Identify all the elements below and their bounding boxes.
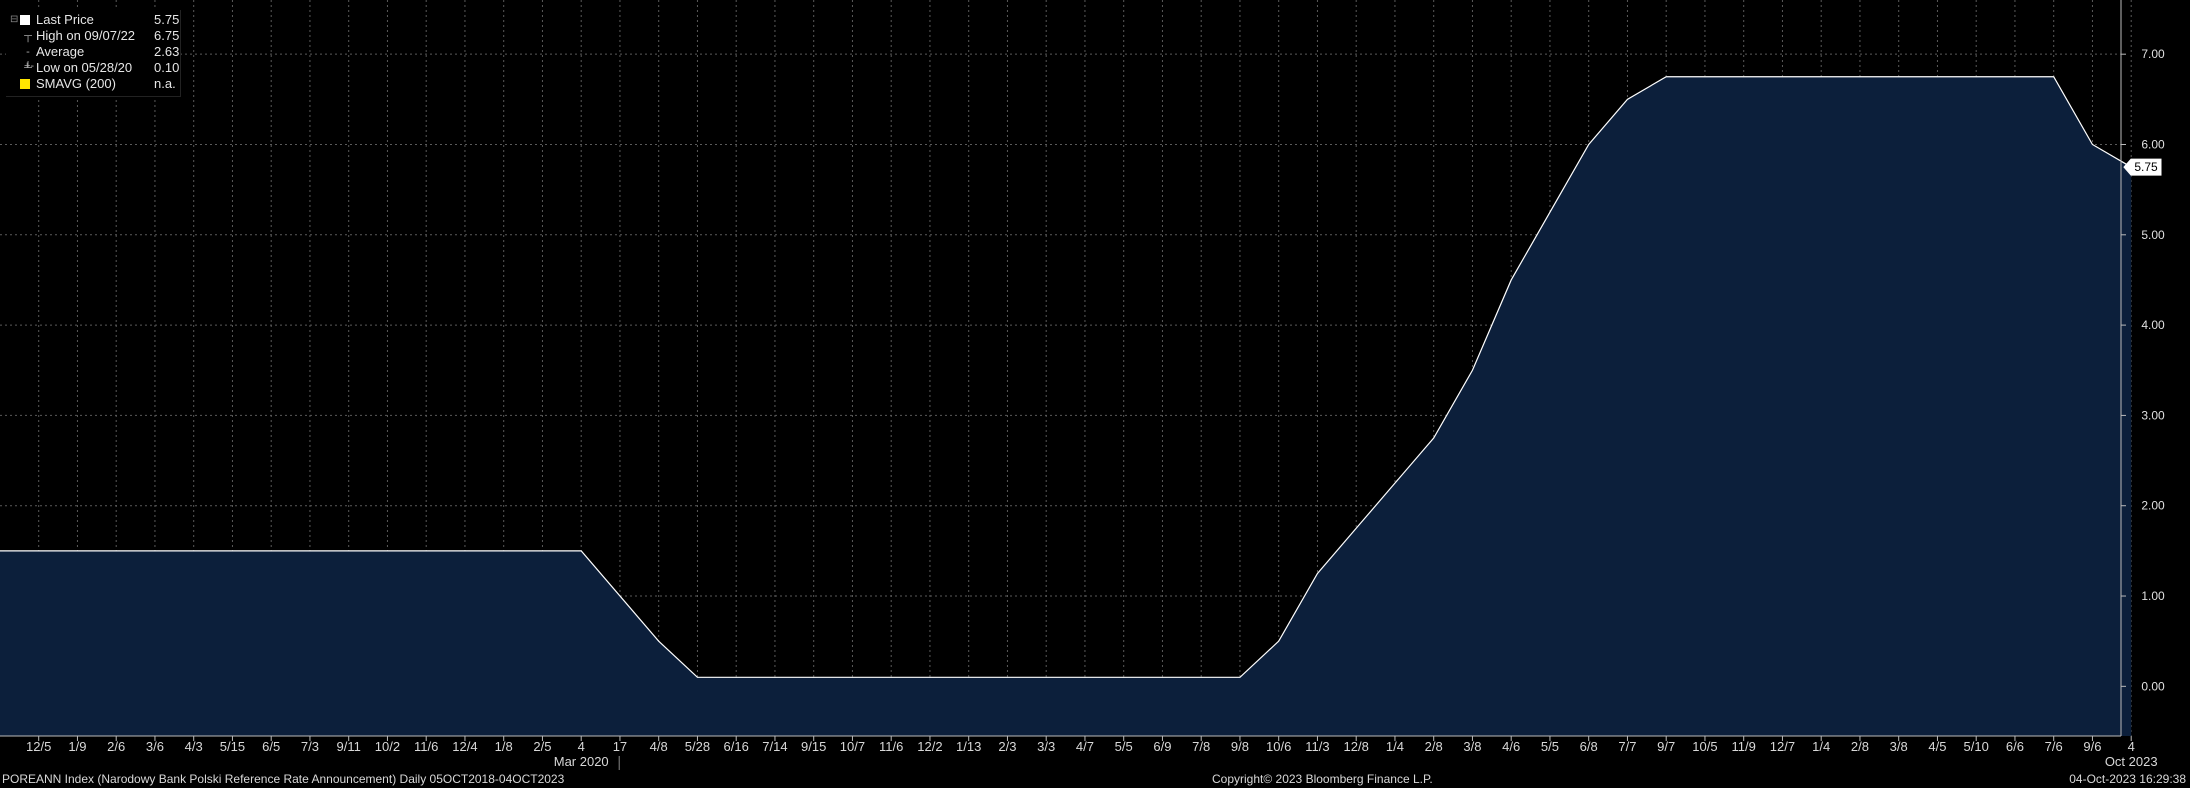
x-tick-label: 4/6: [1502, 739, 1520, 754]
x-tick-label: 5/15: [220, 739, 245, 754]
x-tick-label: 6/5: [262, 739, 280, 754]
x-tick-label: 4: [578, 739, 585, 754]
x-tick-label: 17: [613, 739, 627, 754]
legend-value: 5.75: [154, 12, 180, 27]
x-tick-label: 2/8: [1851, 739, 1869, 754]
x-tick-label: 11/9: [1732, 739, 1756, 754]
x-tick-label: 6/9: [1153, 739, 1171, 754]
y-tick-label: 2.00: [2141, 499, 2165, 513]
x-tick-label: 4: [2128, 739, 2135, 754]
average-tick-icon: -+-: [24, 46, 35, 72]
legend-label: Last Price: [36, 12, 94, 27]
x-tick-label: 5/28: [685, 739, 710, 754]
x-tick-label: 4/5: [1928, 739, 1946, 754]
legend-row-last-price: ⊟ Last Price 5.75: [6, 12, 180, 28]
legend-value: 0.10: [154, 60, 180, 75]
x-tick-label: 3/3: [1037, 739, 1055, 754]
legend-value: 2.63: [154, 44, 180, 59]
high-tick-icon: ┬: [24, 30, 32, 42]
x-tick-label: 5/5: [1115, 739, 1133, 754]
x-tick-label: 1/4: [1812, 739, 1830, 754]
x-tick-label: 6/6: [2006, 739, 2024, 754]
footer-timestamp: 04-Oct-2023 16:29:38: [2069, 772, 2186, 786]
x-tick-label: 2/8: [1425, 739, 1443, 754]
x-tick-label: 7/6: [2045, 739, 2063, 754]
x-tick-label: 6/16: [724, 739, 749, 754]
x-tick-label: 5/10: [1964, 739, 1989, 754]
x-tick-label: 4/3: [185, 739, 203, 754]
x-tick-label: 9/15: [801, 739, 826, 754]
x-tick-label: 2/6: [107, 739, 125, 754]
x-tick-label: 11/6: [414, 739, 438, 754]
x-tick-label: 1/13: [956, 739, 981, 754]
x-tick-label: 11/6: [879, 739, 903, 754]
legend-label: Low on 05/28/20: [36, 60, 133, 75]
x-tick-label: 7/3: [301, 739, 319, 754]
x-tick-label: 12/5: [26, 739, 51, 754]
x-tick-label: 12/7: [1770, 739, 1795, 754]
legend: ⊟ Last Price 5.75 ┬ High on 09/07/22 6.7…: [6, 10, 181, 97]
x-tick-label: 7/14: [762, 739, 787, 754]
x-tick-label: 12/8: [1344, 739, 1369, 754]
x-tick-label: 12/2: [917, 739, 942, 754]
smavg-swatch-icon: [20, 79, 30, 89]
y-tick-label: 5.00: [2141, 228, 2165, 242]
x-tick-label: 4/7: [1076, 739, 1094, 754]
x-tick-label: 10/7: [840, 739, 865, 754]
x-tick-label: 11/3: [1305, 739, 1329, 754]
x-tick-label: 10/2: [375, 739, 400, 754]
chart: 0.00 1.00 2.00 3.00 4.00 5.00 6.00 7.00 5.75 12/5…: [0, 0, 2190, 788]
x-tick-label: 3/6: [146, 739, 164, 754]
footer-ticker-description: POREANN Index (Narodowy Bank Polski Refe…: [2, 772, 565, 786]
legend-row-average: -+- Average 2.63: [6, 44, 180, 72]
x-tick-label: 5/5: [1541, 739, 1559, 754]
y-tick-label: 4.00: [2141, 318, 2165, 332]
legend-value: n.a.: [154, 76, 176, 91]
low-tick-icon: ┴: [24, 62, 32, 74]
x-tick-label: 2/5: [533, 739, 551, 754]
y-tick-label: 3.00: [2141, 408, 2165, 422]
y-tick-label: 7.00: [2141, 47, 2165, 61]
x-tick-label: 2/3: [998, 739, 1016, 754]
legend-row-smavg: SMAVG (200) n.a.: [6, 76, 180, 92]
x-tick-label: 1/8: [495, 739, 513, 754]
legend-row-low: ┴ Low on 05/28/20 0.10: [6, 60, 180, 76]
x-tick-label: 1/4: [1386, 739, 1404, 754]
x-tick-label: 6/8: [1580, 739, 1598, 754]
x-sublabel: Mar 2020: [554, 754, 609, 769]
y-tick-label: 1.00: [2141, 589, 2165, 603]
x-tick-label: 1/9: [68, 739, 86, 754]
x-tick-label: 10/5: [1692, 739, 1717, 754]
y-tick-label: 0.00: [2141, 679, 2165, 693]
x-tick-label: 9/7: [1657, 739, 1675, 754]
x-tick-label: 4/8: [650, 739, 668, 754]
x-tick-label: 9/6: [2083, 739, 2101, 754]
last-price-swatch-icon: [20, 15, 30, 25]
footer-copyright: Copyright© 2023 Bloomberg Finance L.P.: [1212, 772, 1433, 786]
x-tick-label: 7/8: [1192, 739, 1210, 754]
legend-label: High on 09/07/22: [36, 28, 136, 43]
legend-label: Average: [36, 44, 85, 59]
x-tick-label: 10/6: [1266, 739, 1291, 754]
legend-label: SMAVG (200): [36, 76, 116, 91]
x-tick-label: 9/8: [1231, 739, 1249, 754]
x-tick-label: 9/11: [337, 739, 361, 754]
x-tick-label: 7/7: [1618, 739, 1636, 754]
x-sublabel: Oct 2023: [2105, 754, 2158, 769]
x-tick-label: 3/8: [1890, 739, 1908, 754]
last-value-label: 5.75: [2134, 160, 2158, 174]
y-tick-label: 6.00: [2141, 137, 2165, 151]
x-tick-label: 12/4: [452, 739, 477, 754]
x-tick-label: 3/8: [1463, 739, 1481, 754]
collapse-icon[interactable]: ⊟: [10, 13, 18, 27]
legend-row-high: ┬ High on 09/07/22 6.75: [6, 28, 180, 44]
legend-value: 6.75: [154, 28, 180, 43]
